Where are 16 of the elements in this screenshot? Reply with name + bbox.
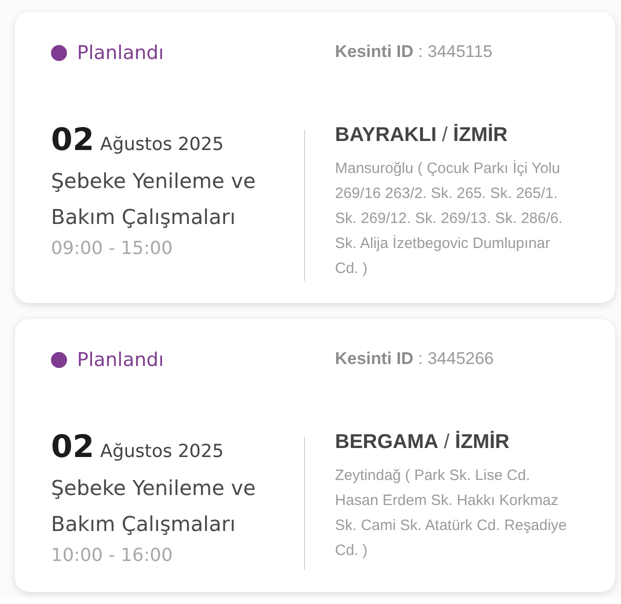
outage-title: Şebeke Yenileme ve Bakım Çalışmaları: [51, 475, 257, 538]
time-range: 10:00 - 16:00: [51, 544, 173, 568]
date-month-year: Ağustos 2025: [100, 440, 224, 464]
date-day: 02: [51, 429, 94, 465]
status-label: Planlandı: [77, 42, 164, 64]
date-month-year: Ağustos 2025: [100, 133, 224, 157]
outage-id: Kesinti ID : 3445115: [335, 42, 492, 61]
address-text: Mansuroğlu ( Çocuk Parkı İçi Yolu 269/16 263/2. Sk. 265. Sk. 265/1. Sk. 269/12. Sk. 269/13. Sk. 286/6. Sk. Alija İzetbegovic Dumlupınar Cd. ): [335, 159, 564, 279]
time-range: 09:00 - 15:00: [51, 237, 173, 261]
outage-id: Kesinti ID : 3445266: [335, 349, 494, 368]
date-day: 02: [51, 122, 94, 158]
address-text: Zeytindağ ( Park Sk. Lise Cd. Hasan Erdem Sk. Hakkı Korkmaz Sk. Cami Sk. Atatürk Cd. Reşadiye Cd. ): [335, 466, 568, 561]
location-title: BERGAMA / İZMİR: [335, 430, 510, 455]
location-title: BAYRAKLI / İZMİR: [335, 122, 508, 148]
outage-title: Şebeke Yenileme ve Bakım Çalışmaları: [51, 168, 257, 231]
status-label: Planlandı: [77, 349, 164, 371]
